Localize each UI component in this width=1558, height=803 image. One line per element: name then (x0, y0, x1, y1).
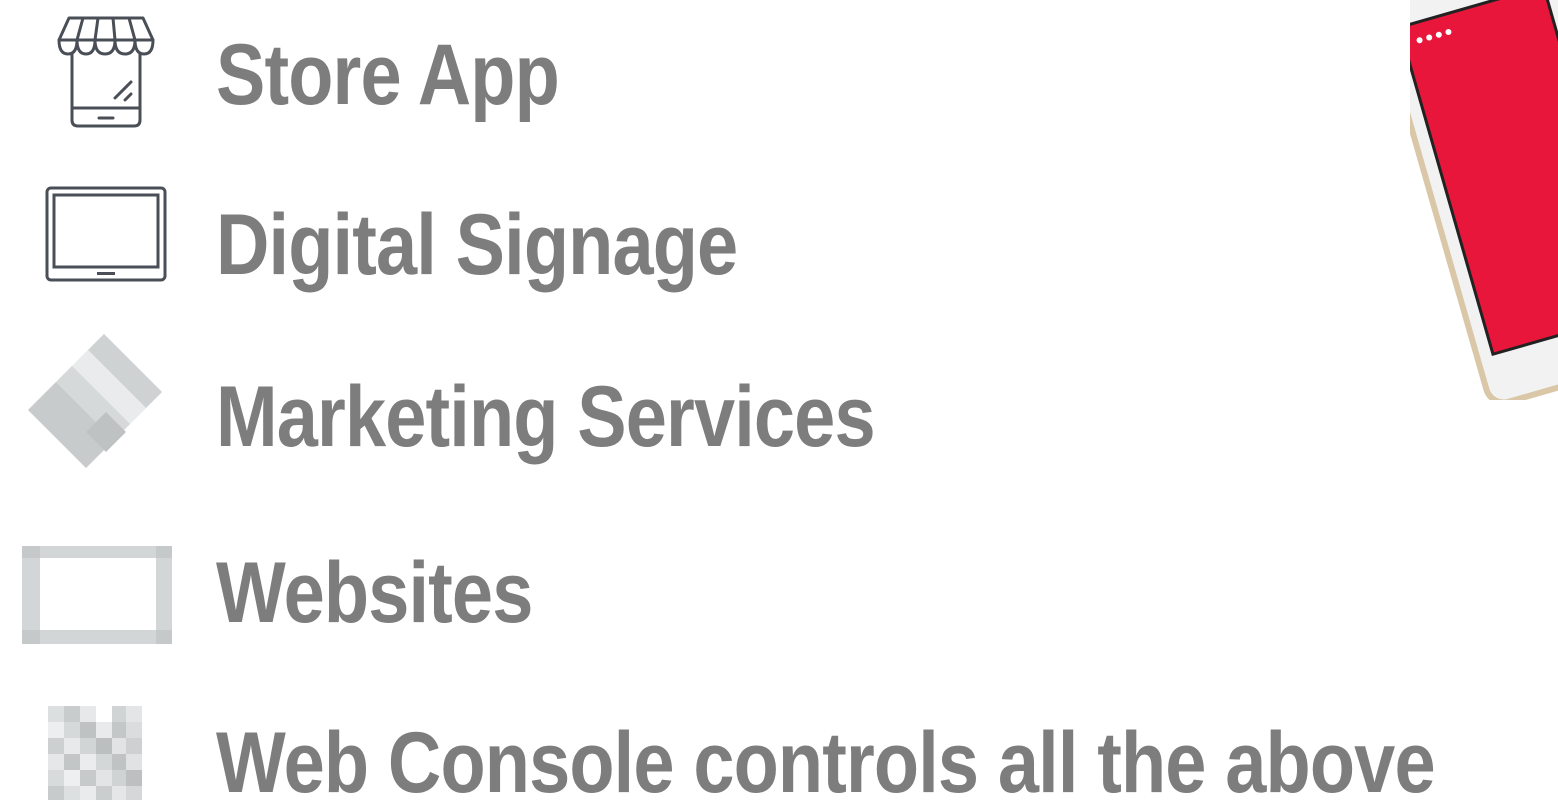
diamond-tag-icon (28, 334, 162, 468)
browser-window-icon (22, 546, 172, 644)
grid-console-icon (48, 706, 142, 800)
feature-list: Store App Digital Signage Marketing Serv… (0, 0, 1558, 803)
feature-label-websites: Websites (216, 545, 533, 641)
feature-label-marketing-services: Marketing Services (216, 369, 876, 465)
feature-label-web-console: Web Console controls all the above (216, 715, 1436, 803)
phone-image (1410, 0, 1558, 400)
storefront-phone-icon (57, 16, 155, 128)
feature-label-store-app: Store App (216, 27, 560, 123)
monitor-icon (45, 186, 167, 282)
feature-label-digital-signage: Digital Signage (216, 197, 738, 293)
